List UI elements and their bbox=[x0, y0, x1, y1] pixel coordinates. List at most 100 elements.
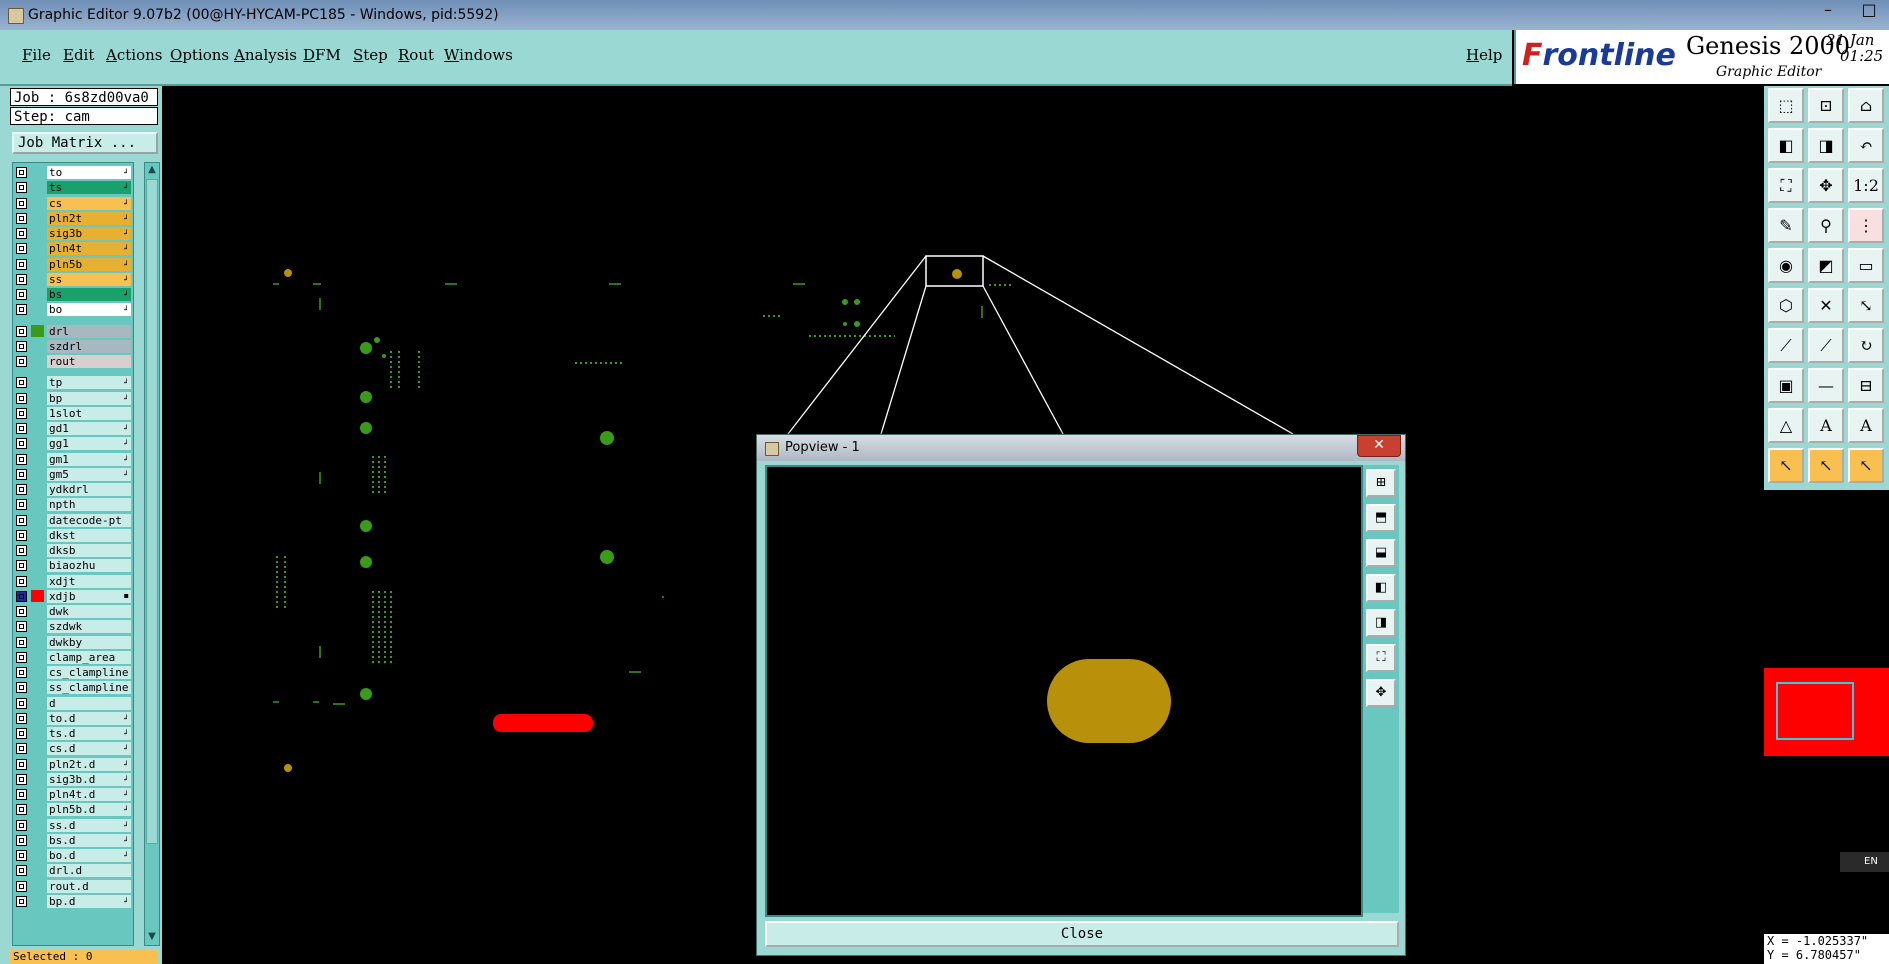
arrow-a2-icon[interactable]: A bbox=[1848, 408, 1884, 443]
menu-help[interactable]: Help bbox=[1466, 46, 1502, 64]
layer-checkbox[interactable] bbox=[16, 743, 27, 755]
layer-row[interactable]: clamp_area bbox=[13, 650, 133, 665]
layer-row[interactable]: bo.d ↲ bbox=[13, 848, 133, 863]
layer-name[interactable]: ss_clampline bbox=[47, 681, 131, 695]
layer-checkbox[interactable] bbox=[16, 773, 27, 785]
layer-checkbox[interactable] bbox=[16, 636, 27, 648]
layer-row[interactable]: gg1 ↲ bbox=[13, 436, 133, 451]
draw-line2-icon[interactable]: ⟋ bbox=[1808, 328, 1844, 363]
layer-row[interactable]: ss.d ↲ bbox=[13, 818, 133, 833]
layer-checkbox[interactable] bbox=[16, 468, 27, 480]
menu-edit[interactable]: Edit bbox=[63, 46, 94, 64]
menu-step[interactable]: Step bbox=[353, 46, 388, 64]
layer-name[interactable]: xdjb bbox=[47, 589, 131, 603]
popview-close-x-button[interactable]: ✕ bbox=[1357, 435, 1401, 457]
layer-row[interactable]: ydkdrl bbox=[13, 482, 133, 497]
pin-icon[interactable]: ⚲ bbox=[1808, 208, 1844, 243]
layer-row[interactable]: sig3b.d ↲ bbox=[13, 772, 133, 787]
layer-checkbox[interactable] bbox=[16, 340, 27, 352]
layer-checkbox[interactable] bbox=[16, 438, 27, 450]
popview-up-icon[interactable]: ⬒ bbox=[1366, 504, 1396, 532]
layer-checkbox[interactable] bbox=[16, 212, 27, 224]
layer-checkbox[interactable] bbox=[16, 325, 27, 337]
layer-checkbox[interactable] bbox=[16, 289, 27, 300]
layer-name[interactable]: ts bbox=[47, 181, 131, 195]
layer-row[interactable]: drl.d bbox=[13, 863, 133, 878]
layer-row[interactable]: pln2t ↲ bbox=[13, 211, 133, 226]
layer-row[interactable]: pln4t ↲ bbox=[13, 241, 133, 256]
popview-down-icon[interactable]: ⬓ bbox=[1366, 539, 1396, 567]
layer-row[interactable]: szdrl bbox=[13, 339, 133, 354]
layer-checkbox[interactable] bbox=[16, 304, 27, 316]
layer-name[interactable]: npth bbox=[47, 498, 131, 512]
pan-left-icon[interactable]: ◧ bbox=[1768, 128, 1804, 163]
layer-name[interactable]: bp bbox=[47, 391, 131, 405]
layer-row[interactable]: xdjt bbox=[13, 574, 133, 589]
layer-row[interactable]: gd1 ↲ bbox=[13, 421, 133, 436]
layer-row[interactable]: szdwk bbox=[13, 619, 133, 634]
layer-checkbox[interactable] bbox=[16, 697, 27, 709]
triangle-icon[interactable]: △ bbox=[1768, 408, 1804, 443]
layer-checkbox[interactable] bbox=[16, 377, 27, 389]
layer-row[interactable]: bp ↲ bbox=[13, 391, 133, 406]
layer-row[interactable]: ss ↲ bbox=[13, 272, 133, 287]
layer-row[interactable]: gm1 ↲ bbox=[13, 452, 133, 467]
layer-name[interactable]: ydkdrl bbox=[47, 483, 131, 496]
layer-name[interactable]: drl bbox=[47, 324, 131, 338]
layer-row[interactable]: ss_clampline bbox=[13, 680, 133, 695]
layer-name[interactable]: ss.d bbox=[47, 818, 131, 832]
select-arrow2-icon[interactable]: ↖ bbox=[1808, 448, 1844, 483]
layer-row[interactable]: bs ↲ bbox=[13, 287, 133, 302]
menu-actions[interactable]: Actions bbox=[106, 46, 162, 64]
layer-name[interactable]: pln5b bbox=[47, 257, 131, 271]
layer-checkbox[interactable] bbox=[16, 651, 27, 663]
menu-rout[interactable]: Rout bbox=[398, 46, 434, 64]
select-arrow3-icon[interactable]: ↖ bbox=[1848, 448, 1884, 483]
layer-name[interactable]: ts.d bbox=[47, 727, 131, 740]
layer-checkbox[interactable] bbox=[16, 895, 27, 907]
overview-viewport[interactable] bbox=[1776, 682, 1854, 740]
menu-windows[interactable]: Windows bbox=[444, 46, 513, 64]
dimension-icon[interactable]: ⊟ bbox=[1848, 368, 1884, 403]
layer-name[interactable]: szdrl bbox=[47, 339, 131, 353]
layer-name[interactable]: d bbox=[47, 696, 131, 710]
maximize-button[interactable]: □ bbox=[1849, 0, 1889, 22]
layer-checkbox[interactable] bbox=[16, 499, 27, 511]
layer-row[interactable]: cs ↲ bbox=[13, 196, 133, 211]
dash-icon[interactable]: — bbox=[1808, 368, 1844, 403]
layer-name[interactable]: cs_clampline bbox=[47, 666, 131, 679]
undo-zoom-icon[interactable]: ↶ bbox=[1848, 128, 1884, 163]
layer-row[interactable]: ts.d ↲ bbox=[13, 726, 133, 741]
fit-screen-icon[interactable]: ⛶ bbox=[1768, 168, 1804, 203]
select-arrow-icon[interactable]: ↖ bbox=[1768, 448, 1804, 483]
menu-file[interactable]: File bbox=[22, 46, 51, 64]
layer-checkbox[interactable] bbox=[16, 819, 27, 831]
scroll-up-icon[interactable]: ▲ bbox=[146, 164, 158, 176]
zoom-in-icon[interactable]: ⊡ bbox=[1808, 88, 1844, 123]
layer-name[interactable]: dksb bbox=[47, 544, 131, 557]
draw-line-icon[interactable]: ⟋ bbox=[1768, 328, 1804, 363]
layer-row[interactable]: rout bbox=[13, 354, 133, 369]
layer-checkbox[interactable] bbox=[16, 407, 27, 419]
layer-row[interactable]: cs.d ↲ bbox=[13, 741, 133, 756]
layer-checkbox[interactable] bbox=[16, 621, 27, 633]
layer-row[interactable]: xdjb ▪ bbox=[13, 589, 133, 604]
layer-row[interactable]: dkst bbox=[13, 528, 133, 543]
layer-checkbox[interactable] bbox=[16, 590, 27, 602]
layer-name[interactable]: dwkby bbox=[47, 635, 131, 649]
scroll-thumb[interactable] bbox=[146, 179, 158, 844]
layer-checkbox[interactable] bbox=[16, 514, 27, 526]
layer-row[interactable]: to.d ↲ bbox=[13, 711, 133, 726]
layer-name[interactable]: dkst bbox=[47, 528, 131, 542]
popview-right-icon[interactable]: ◨ bbox=[1366, 609, 1396, 637]
layer-checkbox[interactable] bbox=[16, 243, 27, 255]
layer-name[interactable]: datecode-pt bbox=[47, 513, 131, 527]
layer-checkbox[interactable] bbox=[16, 453, 27, 465]
layer-checkbox[interactable] bbox=[16, 667, 27, 678]
layer-row[interactable]: cs_clampline bbox=[13, 665, 133, 680]
layer-checkbox[interactable] bbox=[16, 789, 27, 800]
layer-name[interactable]: gm5 bbox=[47, 467, 131, 481]
layer-row[interactable]: bp.d ↲ bbox=[13, 894, 133, 909]
layer-name[interactable]: xdjt bbox=[47, 574, 131, 588]
layer-row[interactable]: dwk bbox=[13, 604, 133, 619]
